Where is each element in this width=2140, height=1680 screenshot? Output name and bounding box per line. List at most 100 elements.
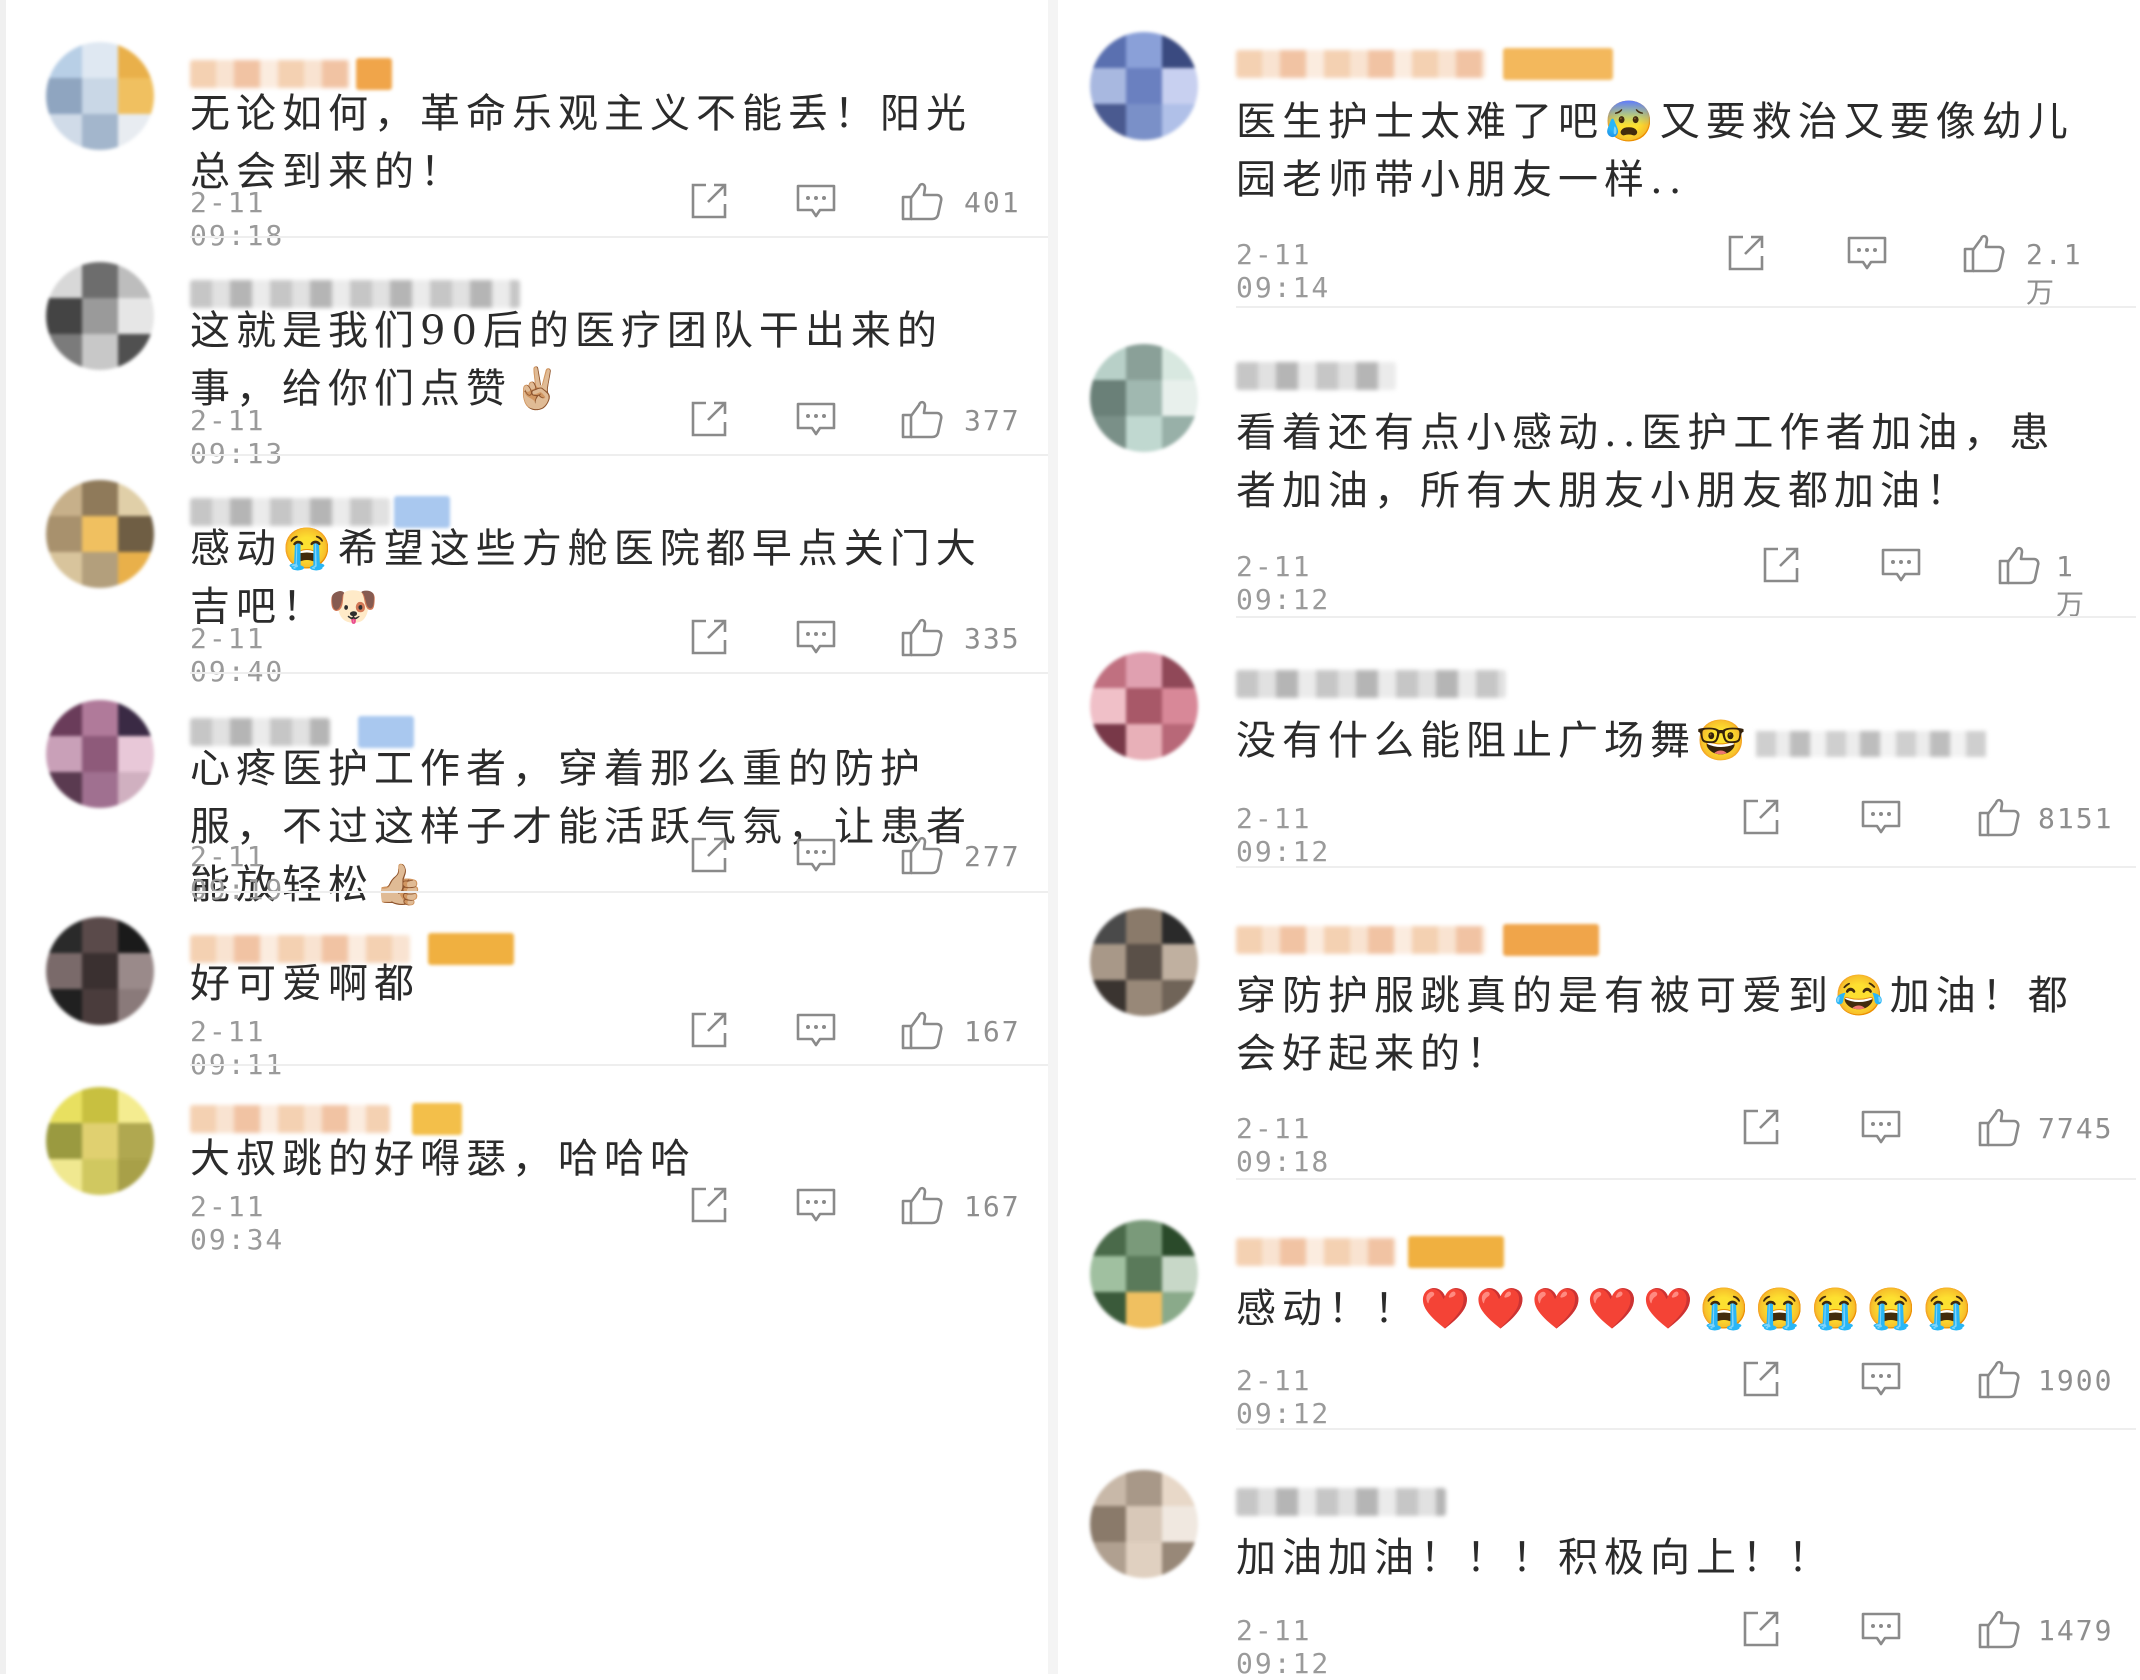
comment-icon[interactable] [1858,1606,1904,1652]
like-count: 377 [964,404,1021,437]
comment-icon[interactable] [793,396,839,442]
share-icon[interactable] [686,1007,732,1053]
thumbs-up-icon[interactable] [1976,794,2022,840]
avatar[interactable] [1090,1470,1198,1578]
avatar-pixel [1126,1220,1162,1256]
avatar-pixel [1090,1220,1126,1256]
avatar[interactable] [46,480,154,588]
avatar-pixel [118,1159,154,1195]
comment-icon[interactable] [1844,230,1890,276]
avatar[interactable] [46,700,154,808]
thumbs-up-icon[interactable] [899,396,945,442]
username-blurred[interactable] [190,60,350,88]
column-divider [1048,0,1058,1674]
username-blurred[interactable] [1236,670,1506,698]
avatar-pixel [1090,68,1126,104]
user-badge [1503,924,1599,956]
thumbs-up-icon[interactable] [899,614,945,660]
avatar-pixel [82,953,118,989]
avatar[interactable] [1090,1220,1198,1328]
like-count: 7745 [2038,1112,2114,1145]
thumbs-up-icon[interactable] [899,178,945,224]
share-icon[interactable] [1738,1606,1784,1652]
avatar[interactable] [1090,32,1198,140]
avatar-pixel [118,1087,154,1123]
thumbs-up-icon[interactable] [1961,230,2007,276]
comment-icon[interactable] [1858,1104,1904,1150]
avatar-pixel [1162,980,1198,1016]
like-count: 167 [964,1015,1021,1048]
avatar-pixel [1162,1292,1198,1328]
comment-time: 2-11 09:12 [1236,550,1331,616]
avatar-pixel [1162,104,1198,140]
share-icon[interactable] [686,1182,732,1228]
avatar-pixel [1090,908,1126,944]
thumbs-up-icon[interactable] [1976,1104,2022,1150]
comment-icon[interactable] [1878,542,1924,588]
avatar[interactable] [46,42,154,150]
thumbs-up-icon[interactable] [1996,542,2042,588]
comment-separator [190,236,1048,238]
share-icon[interactable] [686,178,732,224]
avatar-pixel [118,480,154,516]
avatar-pixel [46,516,82,552]
thumbs-up-icon[interactable] [899,1182,945,1228]
username-blurred[interactable] [190,1105,390,1133]
share-icon[interactable] [686,614,732,660]
thumbs-up-icon[interactable] [899,1007,945,1053]
share-icon[interactable] [1738,794,1784,840]
avatar-pixel [1090,652,1126,688]
comment-icon[interactable] [1858,1356,1904,1402]
avatar-pixel [46,334,82,370]
share-icon[interactable] [1758,542,1804,588]
avatar-pixel [118,736,154,772]
user-badge [1408,1236,1504,1268]
username-blurred[interactable] [1236,1238,1396,1266]
avatar[interactable] [1090,908,1198,1016]
avatar-pixel [1126,104,1162,140]
avatar[interactable] [46,1087,154,1195]
share-icon[interactable] [1738,1356,1784,1402]
avatar-pixel [118,772,154,808]
comment-time: 2-11 09:12 [1236,802,1331,868]
username-blurred[interactable] [1236,50,1486,78]
avatar-pixel [46,1123,82,1159]
share-icon[interactable] [1723,230,1769,276]
avatar-pixel [1090,32,1126,68]
avatar-pixel [82,1159,118,1195]
comment-icon[interactable] [793,614,839,660]
thumbs-up-icon[interactable] [1976,1356,2022,1402]
share-icon[interactable] [1738,1104,1784,1150]
avatar-pixel [1162,1256,1198,1292]
comment-icon[interactable] [793,1007,839,1053]
thumbs-up-icon[interactable] [899,832,945,878]
comment-column-left: 无论如何，革命乐观主义不能丢！阳光总会到来的！ 2-11 09:18 401 这就是我… [0,0,1048,1674]
thumbs-up-icon[interactable] [1976,1606,2022,1652]
username-blurred[interactable] [1236,1488,1446,1516]
avatar-pixel [46,114,82,150]
avatar-pixel [1090,1470,1126,1506]
comment-text: 大叔跳的好嘚瑟，哈哈哈 [190,1136,696,1182]
avatar[interactable] [1090,652,1198,760]
comment-text: 这就是我们90后的医疗团队干出来的事，给你们点赞✌🏼 [190,308,943,412]
avatar-pixel [46,480,82,516]
username-blurred[interactable] [1236,362,1396,390]
avatar-pixel [46,1159,82,1195]
avatar-pixel [46,917,82,953]
comment-icon[interactable] [793,178,839,224]
comment-time: 2-11 09:12 [1236,1614,1331,1680]
username-blurred[interactable] [1236,926,1486,954]
comment-icon[interactable] [793,1182,839,1228]
avatar[interactable] [46,262,154,370]
share-icon[interactable] [686,832,732,878]
comment-separator [1236,866,2136,868]
comment-icon[interactable] [1858,794,1904,840]
avatar-pixel [82,298,118,334]
avatar[interactable] [1090,344,1198,452]
avatar[interactable] [46,917,154,1025]
avatar-pixel [1090,344,1126,380]
comment-icon[interactable] [793,832,839,878]
share-icon[interactable] [686,396,732,442]
avatar-pixel [82,1087,118,1123]
avatar-pixel [1126,1256,1162,1292]
